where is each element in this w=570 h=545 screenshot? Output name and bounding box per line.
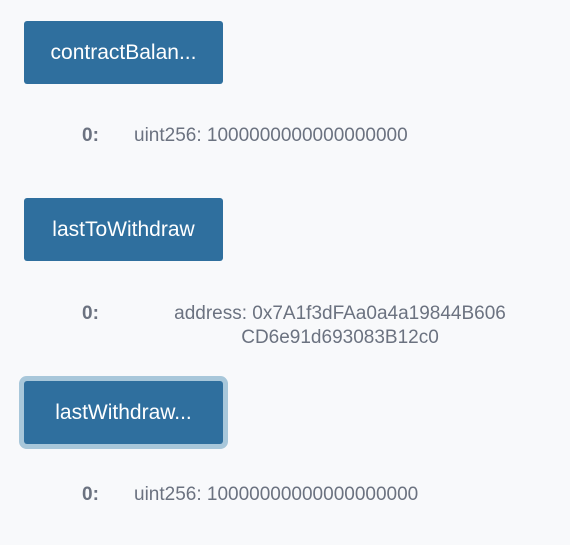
contract-functions-panel: contractBalan... 0: uint256: 10000000000… [0, 0, 570, 545]
last-withdraw-button[interactable]: lastWithdraw... [24, 381, 223, 444]
result-index: 0: [82, 125, 99, 146]
contract-balance-button[interactable]: contractBalan... [24, 21, 223, 84]
last-to-withdraw-result: 0: address: 0x7A1f3dFAa0a4a19844B606 CD6… [0, 302, 570, 354]
result-value-line-1: address: 0x7A1f3dFAa0a4a19844B606 [174, 303, 506, 324]
result-index: 0: [82, 303, 99, 324]
result-value: uint256: 10000000000000000000 [134, 484, 419, 505]
last-withdraw-result: 0: uint256: 10000000000000000000 [0, 484, 570, 510]
result-value-line-2: CD6e91d693083B12c0 [241, 327, 439, 348]
result-value: uint256: 1000000000000000000 [134, 125, 408, 146]
result-index: 0: [82, 484, 99, 505]
last-to-withdraw-button[interactable]: lastToWithdraw [24, 198, 223, 261]
contract-balance-result: 0: uint256: 1000000000000000000 [0, 125, 570, 151]
result-value: address: 0x7A1f3dFAa0a4a19844B606 CD6e91… [130, 302, 550, 350]
